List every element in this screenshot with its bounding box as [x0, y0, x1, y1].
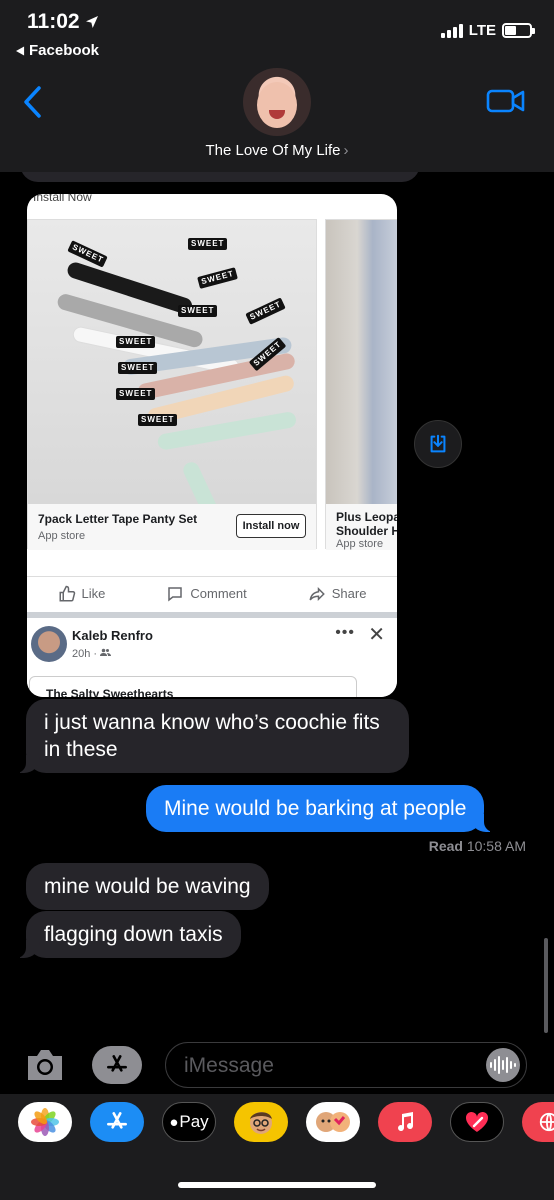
post-author: Kaleb Renfro — [72, 628, 153, 643]
message-text: Mine would be barking at people — [164, 797, 467, 820]
contact-name[interactable]: The Love Of My Life › — [0, 142, 554, 159]
ad-product-image — [326, 220, 397, 504]
status-time: 11:02 — [27, 10, 100, 34]
thumbs-up-icon — [59, 585, 75, 601]
tape-label: SWEET — [188, 238, 228, 250]
message-thread: Install Now SWEET SWEET SWEET SWEET SWEE… — [0, 0, 554, 1200]
ad-source: App store — [38, 530, 86, 542]
camera-icon[interactable] — [24, 1046, 66, 1084]
more-options-icon: ••• — [335, 624, 355, 641]
close-icon: ✕ — [368, 624, 385, 646]
tape-label: SWEET — [116, 388, 156, 400]
comment-icon — [168, 586, 183, 602]
post-header: Kaleb Renfro 20h · ••• ✕ The Salty Sweet… — [27, 618, 397, 697]
ad-title: Plus Leopa Shoulder H — [336, 510, 397, 538]
avatar — [31, 626, 67, 662]
memoji-stickers-icon — [316, 1112, 350, 1132]
back-app-label: Facebook — [29, 42, 100, 59]
like-label: Like — [81, 586, 106, 601]
ad-card-1: SWEET SWEET SWEET SWEET SWEET SWEET SWEE… — [27, 219, 317, 550]
tape-label: SWEET — [197, 267, 239, 289]
conversation-header: 11:02 Facebook LTE The Love Of My Life › — [0, 0, 554, 172]
ad-footer: Plus Leopa Shoulder H App store — [326, 504, 397, 550]
incoming-message[interactable]: i just wanna know who’s coochie fits in … — [14, 699, 409, 773]
audio-message-button[interactable] — [486, 1048, 520, 1082]
web-search-app[interactable] — [522, 1102, 554, 1142]
contact-name-label: The Love Of My Life — [205, 142, 341, 159]
back-chevron-icon[interactable] — [20, 84, 46, 120]
app-store-app[interactable] — [90, 1102, 144, 1142]
signal-strength-icon — [440, 23, 463, 38]
post-time: 20h · — [72, 648, 112, 660]
music-note-icon — [398, 1112, 414, 1132]
ad-card-2: Plus Leopa Shoulder H App store — [325, 219, 397, 550]
clock: 11:02 — [27, 10, 80, 33]
post-actions: Like Comment Share — [27, 576, 397, 610]
save-image-button[interactable] — [414, 420, 462, 468]
memoji-icon — [250, 1112, 272, 1134]
read-receipt: Read 10:58 AM — [429, 838, 526, 854]
read-label: Read — [428, 838, 463, 854]
back-triangle-icon — [16, 46, 25, 55]
friends-icon — [100, 648, 112, 656]
tape-label: SWEET — [116, 336, 156, 348]
digital-touch-app[interactable] — [450, 1102, 504, 1142]
like-action: Like — [58, 585, 106, 603]
message-text: mine would be waving — [44, 875, 251, 898]
imessage-text-field[interactable] — [184, 1052, 474, 1080]
incoming-message[interactable]: flagging down taxis — [14, 911, 241, 958]
home-indicator[interactable] — [178, 1182, 376, 1188]
ad-source: App store — [336, 538, 384, 550]
ad-footer: 7pack Letter Tape Panty Set App store In… — [28, 504, 316, 550]
tape-label: SWEET — [178, 305, 218, 317]
install-now-button: Install now — [236, 514, 306, 538]
share-label: Share — [331, 586, 367, 601]
share-action: Share — [308, 585, 367, 603]
photos-app[interactable] — [18, 1102, 72, 1142]
message-text: i just wanna know who’s coochie fits in … — [44, 711, 380, 761]
app-store-icon — [107, 1112, 127, 1129]
music-app[interactable] — [378, 1102, 432, 1142]
read-time: 10:58 AM — [466, 838, 526, 854]
globe-icon — [539, 1112, 554, 1132]
app-store-button[interactable] — [92, 1046, 142, 1084]
location-arrow-icon — [85, 16, 98, 28]
outgoing-message[interactable]: Mine would be barking at people — [146, 785, 497, 832]
download-icon — [430, 434, 446, 453]
message-text: flagging down taxis — [44, 923, 223, 946]
tape-label: SWEET — [118, 362, 158, 374]
message-input[interactable] — [165, 1042, 527, 1088]
comment-label: Comment — [190, 586, 247, 601]
tape-label: SWEET — [138, 414, 178, 426]
shared-group-preview: The Salty Sweethearts — [29, 676, 357, 697]
scroll-indicator[interactable] — [544, 938, 548, 1033]
heart-icon — [465, 1111, 489, 1132]
shared-screenshot[interactable]: Install Now SWEET SWEET SWEET SWEET SWEE… — [27, 194, 397, 697]
ad-title: 7pack Letter Tape Panty Set — [38, 512, 198, 526]
chevron-right-icon: › — [343, 142, 349, 159]
video-call-icon[interactable] — [486, 88, 526, 114]
contact-avatar[interactable] — [243, 68, 311, 136]
apple-pay-app[interactable]: ● Pay — [162, 1102, 216, 1142]
network-type: LTE — [468, 22, 496, 39]
app-store-icon — [107, 1055, 127, 1072]
group-name-snippet: The Salty Sweethearts — [46, 687, 174, 697]
tape-label: SWEET — [245, 297, 287, 325]
apple-logo-icon: ● — [169, 1113, 179, 1131]
memoji-app[interactable] — [234, 1102, 288, 1142]
install-now-text: Install Now — [33, 194, 92, 204]
memoji-stickers-app[interactable] — [306, 1102, 360, 1142]
ad-product-image: SWEET SWEET SWEET SWEET SWEET SWEET SWEE… — [28, 220, 316, 504]
status-indicators: LTE — [440, 22, 535, 39]
share-arrow-icon — [309, 586, 325, 601]
apple-pay-label: Pay — [179, 1112, 209, 1131]
comment-action: Comment — [166, 585, 247, 603]
battery-icon — [502, 23, 535, 38]
incoming-message[interactable]: mine would be waving — [26, 863, 269, 910]
back-to-app-link[interactable]: Facebook — [16, 42, 99, 59]
photos-icon — [31, 1108, 59, 1136]
